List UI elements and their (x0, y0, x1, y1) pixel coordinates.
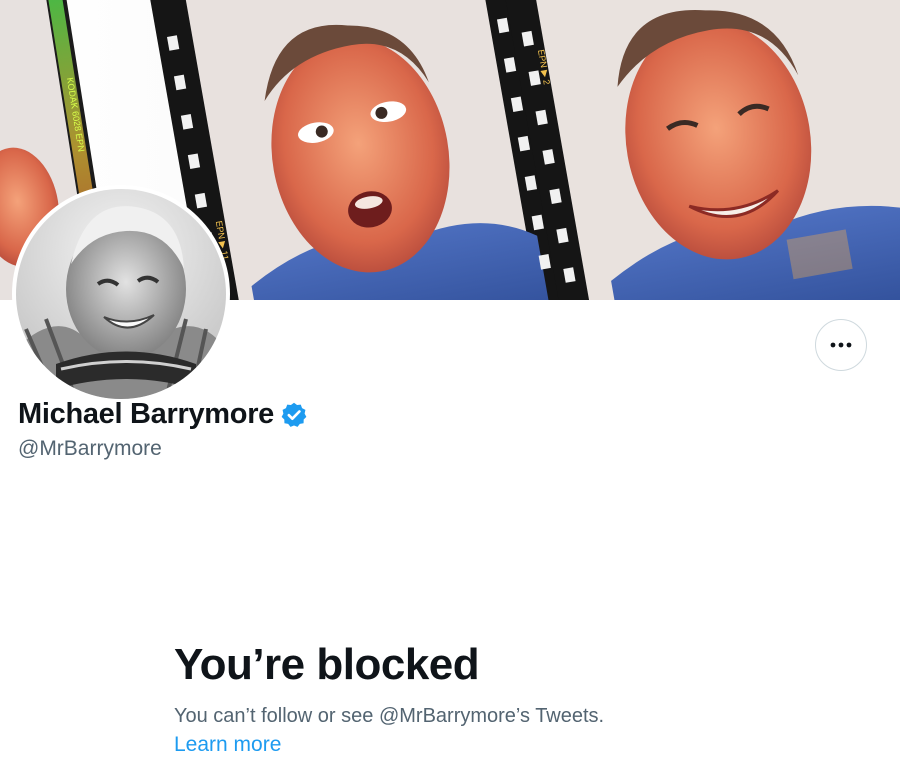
avatar-photo (16, 189, 226, 399)
display-name: Michael Barrymore (18, 398, 275, 430)
blocked-notice: You’re blocked You can’t follow or see @… (174, 638, 794, 760)
profile-name-row: Michael Barrymore (18, 398, 308, 431)
more-dots-icon (830, 342, 852, 348)
blocked-description: You can’t follow or see @MrBarrymore’s T… (174, 705, 605, 727)
blocked-title: You’re blocked (174, 640, 480, 689)
verified-badge-icon[interactable] (280, 401, 308, 429)
more-options-button[interactable] (815, 319, 867, 371)
learn-more-link[interactable]: Learn more (174, 730, 281, 760)
profile-handle: @MrBarrymore (18, 437, 162, 460)
avatar[interactable] (12, 185, 230, 403)
